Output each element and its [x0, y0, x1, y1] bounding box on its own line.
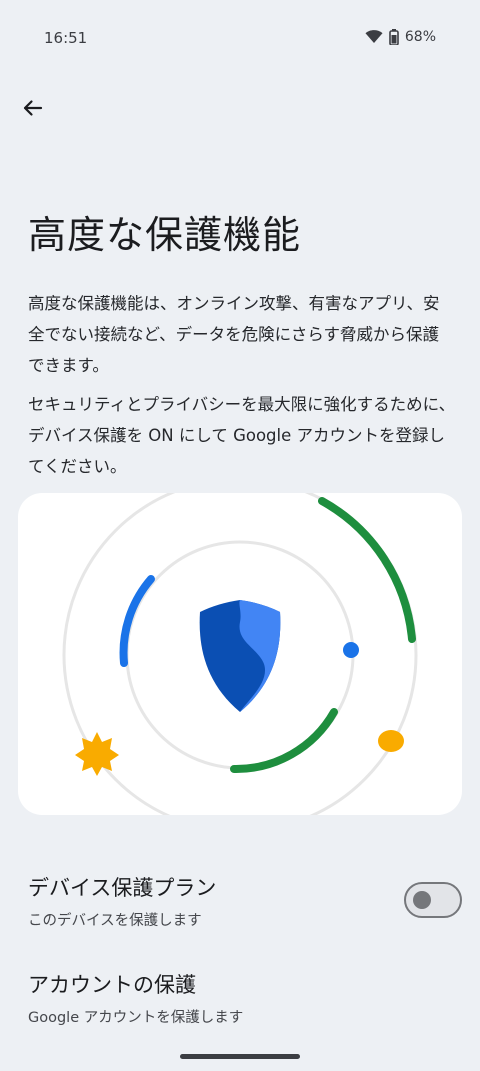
shield-icon	[199, 600, 281, 712]
back-button[interactable]	[16, 92, 48, 124]
device-protection-toggle[interactable]	[404, 882, 462, 918]
yellow-star	[75, 732, 119, 776]
protection-illustration	[62, 493, 418, 815]
account-protection-row[interactable]: アカウントの保護 Google アカウントを保護します	[0, 969, 480, 1037]
description-text: 高度な保護機能は、オンライン攻撃、有害なアプリ、安全でない接続など、データを危険…	[28, 294, 440, 375]
green-outer-arc	[318, 497, 416, 643]
home-indicator[interactable]	[180, 1054, 300, 1059]
description-text-2: セキュリティとプライバシーを最大限に強化するために、デバイス保護を ON にして…	[28, 395, 456, 476]
wifi-icon	[365, 30, 383, 44]
device-protection-subtitle: このデバイスを保護します	[28, 913, 202, 929]
status-icons: 68%	[365, 29, 436, 45]
blue-dot	[343, 642, 359, 658]
device-protection-title: デバイス保護プラン	[28, 876, 217, 900]
account-protection-subtitle: Google アカウントを保護します	[28, 1010, 244, 1026]
illustration-card	[18, 493, 462, 815]
arrow-back-icon	[23, 100, 43, 116]
advanced-protection-screen: 16:51 68% 高度な保護機能 高度な保護機能は、オンライン攻撃、有害なアプ…	[0, 0, 480, 1071]
battery-icon	[389, 29, 399, 45]
device-protection-row[interactable]: デバイス保護プラン このデバイスを保護します	[0, 872, 480, 940]
account-protection-title: アカウントの保護	[28, 973, 196, 997]
battery-percent: 68%	[404, 29, 436, 45]
toggle-thumb	[413, 891, 431, 909]
status-bar: 16:51 68%	[0, 0, 480, 78]
green-inner-arc	[230, 708, 338, 774]
status-time: 16:51	[44, 29, 88, 47]
page-title: 高度な保護機能	[28, 213, 302, 257]
yellow-oval	[378, 730, 404, 752]
